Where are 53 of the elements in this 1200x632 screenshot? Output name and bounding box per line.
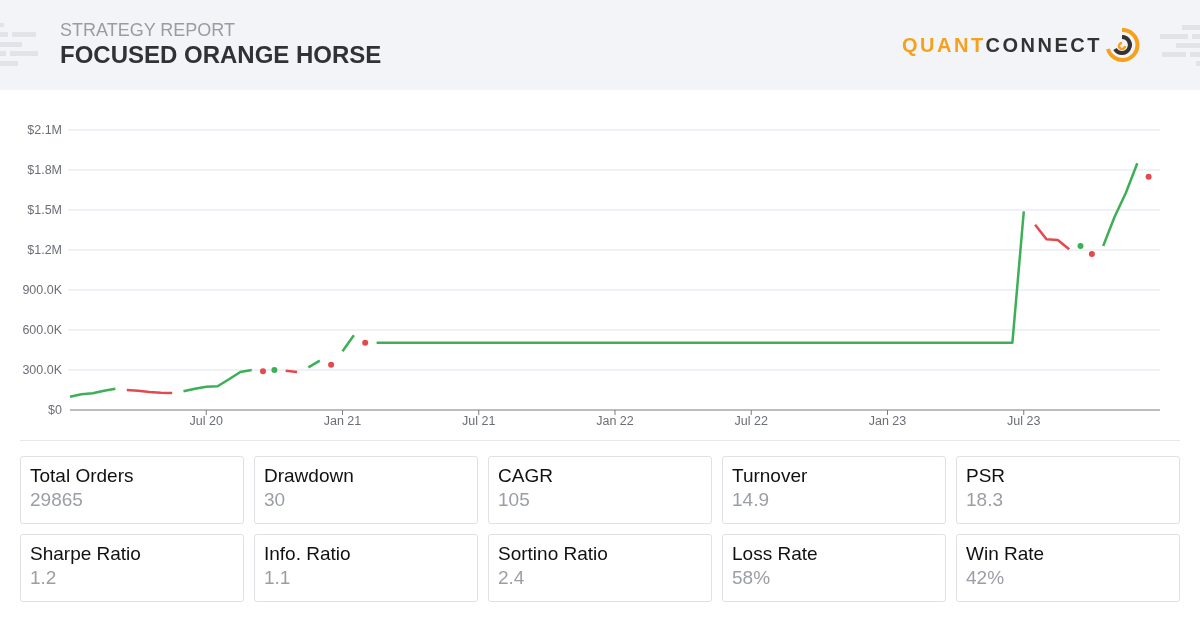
- logo-icon: [1104, 27, 1140, 63]
- metric-value: 105: [498, 488, 531, 512]
- metric-value: 30: [264, 488, 287, 512]
- metric-label: Loss Rate: [732, 542, 819, 566]
- metric-label: Drawdown: [264, 464, 355, 488]
- metric-label: PSR: [966, 464, 1007, 488]
- x-axis-label: Jul 23: [1007, 414, 1041, 428]
- x-axis-label: Jan 23: [868, 414, 907, 428]
- tick-mark: [750, 409, 752, 416]
- data-point: [362, 339, 369, 346]
- metric-value: 58%: [732, 566, 772, 590]
- metric-label: Sharpe Ratio: [30, 542, 142, 566]
- data-point: [1077, 243, 1084, 249]
- tick-mark: [1023, 409, 1025, 416]
- metric-label: CAGR: [498, 464, 554, 488]
- x-axis-label: Jul 20: [189, 414, 223, 428]
- y-axis-label: $2.1M: [27, 123, 62, 137]
- metric-value: 1.2: [30, 566, 58, 590]
- metric-value: 29865: [30, 488, 84, 512]
- strategy-name: FOCUSED ORANGE HORSE: [60, 40, 382, 70]
- tick-mark: [614, 409, 616, 416]
- data-point: [328, 361, 335, 368]
- metric-label: Info. Ratio: [264, 542, 352, 566]
- y-axis-label: $1.5M: [27, 203, 62, 217]
- metric-label: Sortino Ratio: [498, 542, 609, 566]
- tick-mark: [887, 409, 888, 416]
- metric-value: 42%: [966, 566, 1006, 590]
- metric-value: 2.4: [498, 566, 526, 590]
- tick-mark: [342, 409, 343, 416]
- y-axis-label: $1.2M: [27, 243, 62, 257]
- y-axis-label: 600.0K: [22, 323, 62, 337]
- tick-mark: [478, 409, 480, 416]
- data-point: [271, 367, 278, 373]
- metric-label: Total Orders: [30, 464, 135, 488]
- metric-label: Win Rate: [966, 542, 1046, 566]
- metric-label: Turnover: [732, 464, 809, 488]
- metric-value: 18.3: [966, 488, 1004, 512]
- x-axis-label: Jan 22: [596, 414, 634, 428]
- data-point: [1088, 251, 1095, 257]
- x-axis-label: Jul 21: [462, 414, 496, 428]
- x-axis-label: Jan 21: [323, 414, 362, 428]
- tick-mark: [205, 409, 207, 416]
- y-axis-label: $0: [48, 403, 62, 417]
- data-point: [1145, 173, 1152, 180]
- metric-value: 14.9: [732, 488, 770, 512]
- metric-value: 1.1: [264, 566, 292, 590]
- logo-wordmark: QUANTCONNECT: [902, 35, 1102, 55]
- y-axis-label: 300.0K: [22, 363, 62, 377]
- data-point: [260, 368, 266, 375]
- y-axis-label: 900.0K: [22, 283, 62, 297]
- y-axis-label: $1.8M: [27, 163, 62, 177]
- report-label: STRATEGY REPORT: [60, 20, 237, 40]
- x-axis-label: Jul 22: [734, 414, 768, 428]
